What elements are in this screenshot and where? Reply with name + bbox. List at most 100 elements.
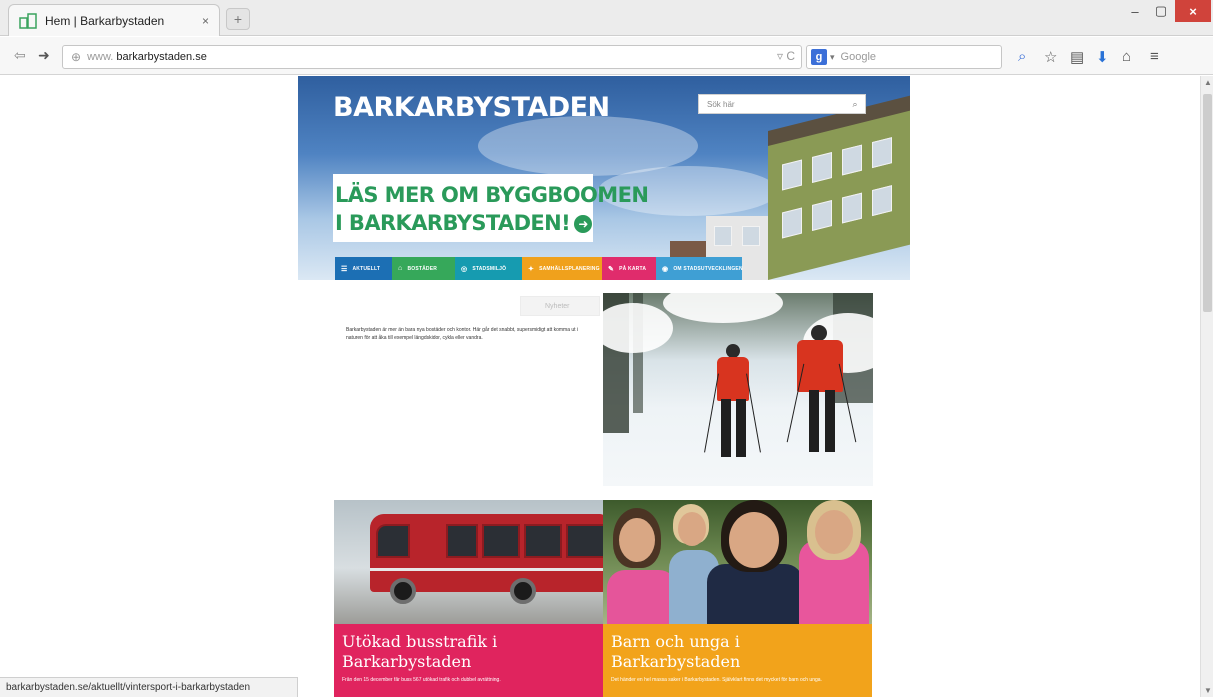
- bus-window: [376, 524, 410, 558]
- category-label: BOSTÄDER: [407, 265, 438, 272]
- category-label: SAMHÄLLSPLANERING: [539, 265, 600, 272]
- snow: [603, 303, 673, 353]
- reload-icon[interactable]: ▿ C: [777, 49, 795, 63]
- category-icon: ☰: [341, 265, 348, 273]
- scroll-up-icon[interactable]: ▲: [1204, 78, 1212, 87]
- card-caption: Utökad busstrafik i Barkarbystaden Från …: [334, 624, 603, 697]
- vertical-scrollbar[interactable]: ▲ ▼: [1200, 76, 1213, 697]
- arrow-down-icon: ➜: [574, 215, 593, 233]
- bus-window: [446, 524, 478, 558]
- search-icon[interactable]: ⌕: [1018, 48, 1026, 65]
- ski-pole: [786, 363, 805, 443]
- category-icon: ✎: [608, 265, 615, 273]
- browser-navbar: ⇦ ➜ ⊕ www. barkarbystaden.se ▿ C g ▾ Goo…: [0, 37, 1213, 75]
- search-engine-icon[interactable]: g: [811, 49, 827, 65]
- site-header: BARKARBYSTADEN Sök här ⌕ LÄS MER OM BYGG…: [298, 76, 910, 280]
- kid-face: [815, 510, 853, 554]
- skier-leg: [825, 390, 835, 452]
- category-label: OM STADSUTVECKLINGEN: [673, 265, 743, 272]
- minimize-button[interactable]: –: [1122, 0, 1148, 22]
- category-nav-item[interactable]: ◉ OM STADSUTVECKLINGEN: [656, 257, 743, 280]
- category-nav-item[interactable]: ◎ STADSMILJÖ: [455, 257, 522, 280]
- category-nav-item[interactable]: ⌂ BOSTÄDER: [392, 257, 455, 280]
- category-label: PÅ KARTA: [619, 265, 647, 272]
- scroll-down-icon[interactable]: ▼: [1204, 686, 1212, 695]
- scrollbar-thumb[interactable]: [1203, 94, 1212, 312]
- skier-jacket: [717, 357, 749, 401]
- browser-search-bar[interactable]: g ▾ Google: [806, 45, 1002, 69]
- window: [842, 192, 862, 224]
- bus-window: [482, 524, 520, 558]
- promo-line-2: I BARKARBYSTADEN! ➜: [335, 209, 593, 237]
- category-label: AKTUELLT: [352, 265, 381, 272]
- download-icon[interactable]: ⬇: [1096, 48, 1109, 66]
- window: [872, 185, 892, 217]
- menu-icon[interactable]: ≡: [1150, 48, 1159, 65]
- kid-face: [678, 512, 706, 546]
- bus-wheel: [510, 578, 536, 604]
- browser-tab[interactable]: Hem | Barkarbystaden ×: [8, 4, 220, 36]
- ski-pole: [746, 373, 761, 453]
- site-logo[interactable]: BARKARBYSTADEN: [333, 92, 610, 123]
- window: [782, 207, 802, 239]
- category-nav-item[interactable]: ☰ AKTUELLT: [335, 257, 392, 280]
- window: [742, 226, 760, 246]
- bus-stripe: [370, 568, 603, 571]
- news-card-kids[interactable]: Barn och unga i Barkarbystaden Det hände…: [603, 500, 872, 697]
- category-nav-item[interactable]: ✎ PÅ KARTA: [602, 257, 656, 280]
- bus-window: [566, 524, 603, 558]
- page-viewport: BARKARBYSTADEN Sök här ⌕ LÄS MER OM BYGG…: [0, 76, 1200, 697]
- news-tag[interactable]: Nyheter: [520, 296, 600, 316]
- globe-icon: ⊕: [71, 50, 82, 64]
- category-icon: ✦: [528, 265, 535, 273]
- promo-line-1: LÄS MER OM BYGGBOOMEN: [335, 183, 649, 207]
- snow: [663, 293, 783, 323]
- category-icon: ⌂: [398, 265, 403, 272]
- skier-head: [811, 325, 827, 341]
- tab-close-icon[interactable]: ×: [202, 14, 209, 28]
- ski-photo[interactable]: [603, 293, 873, 486]
- window: [782, 159, 802, 191]
- kid-jacket: [607, 570, 677, 630]
- kid-face: [619, 518, 655, 562]
- news-card-bus[interactable]: Utökad busstrafik i Barkarbystaden Från …: [334, 500, 603, 697]
- maximize-button[interactable]: ▢: [1148, 0, 1174, 22]
- new-tab-button[interactable]: +: [226, 8, 250, 30]
- promo-line-2-text: I BARKARBYSTADEN!: [335, 211, 571, 235]
- browser-titlebar: Hem | Barkarbystaden × + – ▢ ×: [0, 0, 1213, 36]
- skier-head: [726, 344, 740, 358]
- window: [872, 137, 892, 169]
- card-caption: Barn och unga i Barkarbystaden Det hände…: [603, 624, 872, 697]
- kid-face: [729, 512, 779, 568]
- search-icon[interactable]: ⌕: [845, 99, 865, 110]
- close-window-button[interactable]: ×: [1175, 0, 1211, 22]
- promo-banner[interactable]: LÄS MER OM BYGGBOOMEN I BARKARBYSTADEN! ➜: [333, 174, 649, 242]
- forward-icon[interactable]: ➜: [38, 47, 50, 64]
- star-icon[interactable]: ☆: [1044, 48, 1057, 66]
- window: [842, 144, 862, 176]
- home-icon[interactable]: ⌂: [1122, 48, 1131, 65]
- clipboard-icon[interactable]: ▤: [1070, 48, 1084, 66]
- back-icon[interactable]: ⇦: [14, 47, 26, 64]
- category-nav: ☰ AKTUELLT ⌂ BOSTÄDER ◎ STADSMILJÖ ✦ SAMHÄLLSPL…: [335, 257, 743, 280]
- site-search-input[interactable]: Sök här ⌕: [698, 94, 866, 114]
- site-favicon-icon: [19, 12, 37, 29]
- url-domain: barkarbystaden.se: [116, 51, 207, 63]
- status-bar-url: barkarbystaden.se/aktuellt/vintersport-i…: [0, 677, 298, 697]
- url-prefix: www.: [87, 51, 114, 63]
- card-title[interactable]: Utökad busstrafik i Barkarbystaden: [342, 632, 595, 672]
- category-label: STADSMILJÖ: [472, 265, 507, 272]
- category-nav-item[interactable]: ✦ SAMHÄLLSPLANERING: [522, 257, 602, 280]
- bus-photo: [334, 500, 603, 624]
- intro-text: Barkarbystaden är mer än bara nya bostäd…: [346, 327, 579, 341]
- skier-leg: [809, 390, 819, 452]
- card-title[interactable]: Barn och unga i Barkarbystaden: [611, 632, 864, 672]
- search-placeholder: Google: [840, 51, 877, 63]
- card-text: Från den 15 december får buss 567 utökad…: [342, 677, 501, 683]
- category-icon: ◉: [662, 265, 669, 273]
- skier-jacket: [797, 340, 843, 392]
- skier-leg: [736, 399, 746, 457]
- address-bar[interactable]: ⊕ www. barkarbystaden.se ▿ C: [62, 45, 802, 69]
- chevron-down-icon[interactable]: ▾: [830, 52, 835, 63]
- window: [714, 226, 732, 246]
